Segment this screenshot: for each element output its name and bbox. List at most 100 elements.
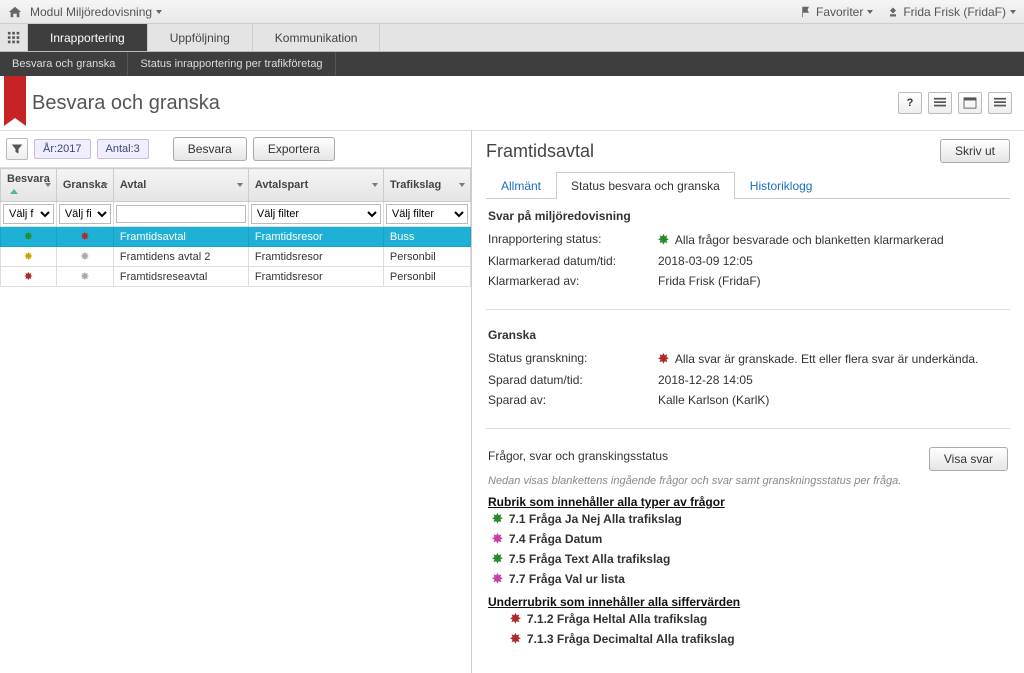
subtab-label: Besvara och granska: [12, 58, 115, 70]
status-icon: ✸: [510, 611, 521, 627]
col-avtal[interactable]: Avtal: [113, 169, 248, 202]
tab-label: Inrapportering: [50, 31, 125, 45]
right-pane: Framtidsavtal Skriv ut Allmänt Status be…: [472, 131, 1024, 673]
home-icon[interactable]: [8, 5, 22, 19]
cell-trafikslag: Personbil: [383, 267, 470, 287]
tab-label: Allmänt: [501, 179, 541, 193]
kv-value: ✸Alla frågor besvarade och blanketten kl…: [658, 232, 1008, 248]
kv-key: Klarmarkerad av:: [488, 274, 658, 288]
filter-row: År:2017 Antal:3 Besvara Exportera: [0, 131, 471, 168]
status-icon: ✸: [492, 531, 503, 547]
status-dot-icon: ✸: [23, 230, 33, 240]
view-list-button[interactable]: [928, 92, 952, 114]
col-besvara[interactable]: Besvara: [1, 169, 57, 202]
subtab-besvara-och-granska[interactable]: Besvara och granska: [0, 52, 128, 76]
kv-row: Status granskning: ✸ Alla svar är granska…: [488, 348, 1008, 370]
filter-button[interactable]: [6, 138, 28, 160]
filter-trafikslag[interactable]: Välj filter: [386, 204, 468, 224]
subtab-status-inrapportering[interactable]: Status inrapportering per trafikföretag: [128, 52, 335, 76]
user-dropdown[interactable]: Frida Frisk (FridaF): [887, 5, 1016, 19]
kv-key: Klarmarkerad datum/tid:: [488, 254, 658, 268]
sort-asc-icon: [10, 189, 18, 194]
chevron-down-icon: [1010, 10, 1016, 14]
view-detail-button[interactable]: [958, 92, 982, 114]
page-title: Besvara och granska: [32, 92, 220, 115]
status-text: Alla frågor besvarade och blanketten kla…: [675, 233, 944, 247]
user-label: Frida Frisk (FridaF): [903, 5, 1006, 19]
visa-svar-button[interactable]: Visa svar: [929, 447, 1008, 471]
besvara-button[interactable]: Besvara: [173, 137, 247, 161]
print-button[interactable]: Skriv ut: [940, 139, 1010, 163]
question-label: 7.7 Fråga Val ur lista: [509, 572, 625, 586]
kv-row: Klarmarkerad datum/tid: 2018-03-09 12:05: [488, 251, 1008, 271]
content: År:2017 Antal:3 Besvara Exportera Besvar…: [0, 131, 1024, 673]
col-granska[interactable]: Granska: [56, 169, 113, 202]
question-item: ✸7.7 Fråga Val ur lista: [488, 569, 1008, 589]
status-icon: ✸: [492, 551, 503, 567]
kv-value: ✸ Alla svar är granskade. Ett eller flera…: [658, 351, 1008, 367]
tab-label: Uppföljning: [170, 31, 230, 45]
cell-trafikslag: Personbil: [383, 247, 470, 267]
top-bar: Modul Miljöredovisning Favoriter Frida F…: [0, 0, 1024, 24]
col-label: Trafikslag: [390, 179, 441, 191]
kv-value: Kalle Karlson (KarlK): [658, 393, 1008, 407]
table-row[interactable]: ✸ ✸ Framtidens avtal 2 Framtidsresor Per…: [1, 247, 471, 267]
status-dot-icon: ✸: [80, 230, 90, 240]
chevron-down-icon: [102, 183, 108, 187]
questions-header: Frågor, svar och granskingsstatus Visa s…: [488, 447, 1008, 471]
main-tabs: Inrapportering Uppföljning Kommunikation: [0, 24, 1024, 52]
detail-title: Framtidsavtal: [486, 141, 594, 162]
question-item: ✸7.5 Fråga Text Alla trafikslag: [488, 549, 1008, 569]
separator: [486, 309, 1010, 310]
granska-section: Granska Status granskning: ✸ Alla svar är…: [486, 318, 1010, 420]
col-label: Avtalspart: [255, 179, 308, 191]
col-label: Besvara: [7, 173, 50, 185]
kv-value: 2018-12-28 14:05: [658, 373, 1008, 387]
question-item: ✸7.1.3 Fråga Decimaltal Alla trafikslag: [506, 629, 1008, 649]
module-label: Modul Miljöredovisning: [30, 5, 152, 19]
section-heading: Granska: [488, 328, 1008, 342]
cell-avtalspart: Framtidsresor: [248, 267, 383, 287]
tab-uppfoljning[interactable]: Uppföljning: [148, 24, 253, 51]
cell-avtal: Framtidsreseavtal: [113, 267, 248, 287]
cell-avtalspart: Framtidsresor: [248, 227, 383, 247]
filter-granska[interactable]: Välj fi: [59, 204, 111, 224]
col-avtalspart[interactable]: Avtalspart: [248, 169, 383, 202]
kv-key: Sparad av:: [488, 393, 658, 407]
question-label: 7.1.3 Fråga Decimaltal Alla trafikslag: [527, 632, 735, 646]
tab-kommunikation[interactable]: Kommunikation: [253, 24, 381, 51]
table-row[interactable]: ✸ ✸ Framtidsreseavtal Framtidsresor Pers…: [1, 267, 471, 287]
tab-historiklogg[interactable]: Historiklogg: [735, 172, 828, 199]
chevron-down-icon: [156, 10, 162, 14]
favorites-dropdown[interactable]: Favoriter: [800, 5, 873, 19]
filter-avtalspart[interactable]: Välj filter: [251, 204, 381, 224]
table-filter-row: Välj f Välj fi Välj filter Välj filter: [1, 202, 471, 227]
question-label: 7.4 Fråga Datum: [509, 532, 602, 546]
table-header-row: Besvara Granska Avtal Avtalspart Trafiks…: [1, 169, 471, 202]
filter-year[interactable]: År:2017: [34, 139, 91, 159]
help-button[interactable]: ?: [898, 92, 922, 114]
chevron-down-icon: [372, 183, 378, 187]
filter-count[interactable]: Antal:3: [97, 139, 149, 159]
rubrik-heading: Rubrik som innehåller alla typer av fråg…: [488, 495, 1008, 509]
kv-key: Status granskning:: [488, 351, 658, 367]
questions-section: Frågor, svar och granskingsstatus Visa s…: [486, 437, 1010, 659]
module-dropdown[interactable]: Modul Miljöredovisning: [30, 5, 162, 19]
title-bar: Besvara och granska ?: [0, 76, 1024, 131]
filter-besvara[interactable]: Välj f: [3, 204, 54, 224]
status-text: Alla svar är granskade. Ett eller flera …: [675, 352, 978, 366]
tab-status-besvara[interactable]: Status besvara och granska: [556, 172, 735, 199]
tab-allmant[interactable]: Allmänt: [486, 172, 556, 199]
apps-grid-button[interactable]: [0, 24, 28, 51]
status-icon: ✸: [658, 351, 669, 367]
filter-avtal[interactable]: [116, 205, 246, 223]
table-row[interactable]: ✸ ✸ Framtidsavtal Framtidsresor Buss: [1, 227, 471, 247]
exportera-button[interactable]: Exportera: [253, 137, 335, 161]
sub-tabs: Besvara och granska Status inrapporterin…: [0, 52, 1024, 76]
col-trafikslag[interactable]: Trafikslag: [383, 169, 470, 202]
chevron-down-icon: [45, 183, 51, 187]
view-grid-button[interactable]: [988, 92, 1012, 114]
flag-icon: [800, 6, 812, 18]
status-dot-icon: ✸: [80, 250, 90, 260]
tab-inrapportering[interactable]: Inrapportering: [28, 24, 148, 51]
